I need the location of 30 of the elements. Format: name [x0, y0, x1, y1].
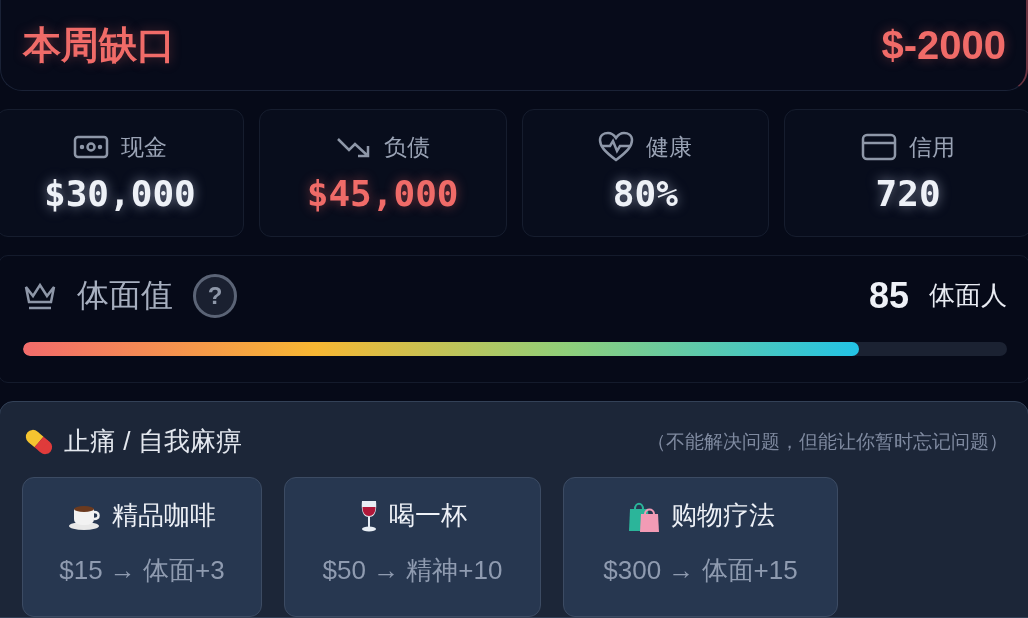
stat-label: 健康: [646, 132, 693, 162]
trending-down-icon: [335, 135, 372, 160]
stat-label: 负债: [383, 132, 430, 162]
crown-icon: [23, 280, 57, 311]
action-name: 精品咖啡: [112, 499, 216, 532]
credit-card-icon: [861, 133, 898, 162]
stat-label: 信用: [909, 132, 956, 162]
action-effect: $15 → 体面+3: [59, 554, 225, 587]
stat-value: 80%: [612, 173, 678, 215]
stat-value: $30,000: [44, 172, 196, 214]
relief-action-button[interactable]: 购物疗法 $300 → 体面+15: [563, 477, 838, 617]
action-effect: $50 → 精神+10: [322, 554, 503, 587]
stat-label: 现金: [120, 132, 167, 162]
action-effect: $300 → 体面+15: [603, 554, 798, 587]
relief-action-button[interactable]: 精品咖啡 $15 → 体面+3: [22, 477, 262, 617]
stat-value: $45,000: [306, 172, 459, 214]
gap-title: 本周缺口: [23, 22, 175, 68]
heart-pulse-icon: [598, 131, 635, 164]
action-name: 喝一杯: [388, 499, 467, 532]
stat-value: 720: [875, 172, 941, 214]
dignity-title: 体面值: [77, 275, 173, 315]
relief-note: （不能解决问题，但能让你暂时忘记问题）: [647, 429, 1008, 454]
dignity-score: 85: [868, 274, 909, 317]
gap-amount: $-2000: [881, 22, 1006, 68]
relief-title: 止痛 / 自我麻痹: [64, 425, 242, 458]
action-name: 购物疗法: [670, 499, 775, 532]
cash-icon: [72, 134, 109, 161]
help-button[interactable]: ?: [193, 273, 237, 318]
relief-action-button[interactable]: 喝一杯 $50 → 精神+10: [284, 477, 541, 617]
dignity-rank: 体面人: [929, 279, 1007, 313]
